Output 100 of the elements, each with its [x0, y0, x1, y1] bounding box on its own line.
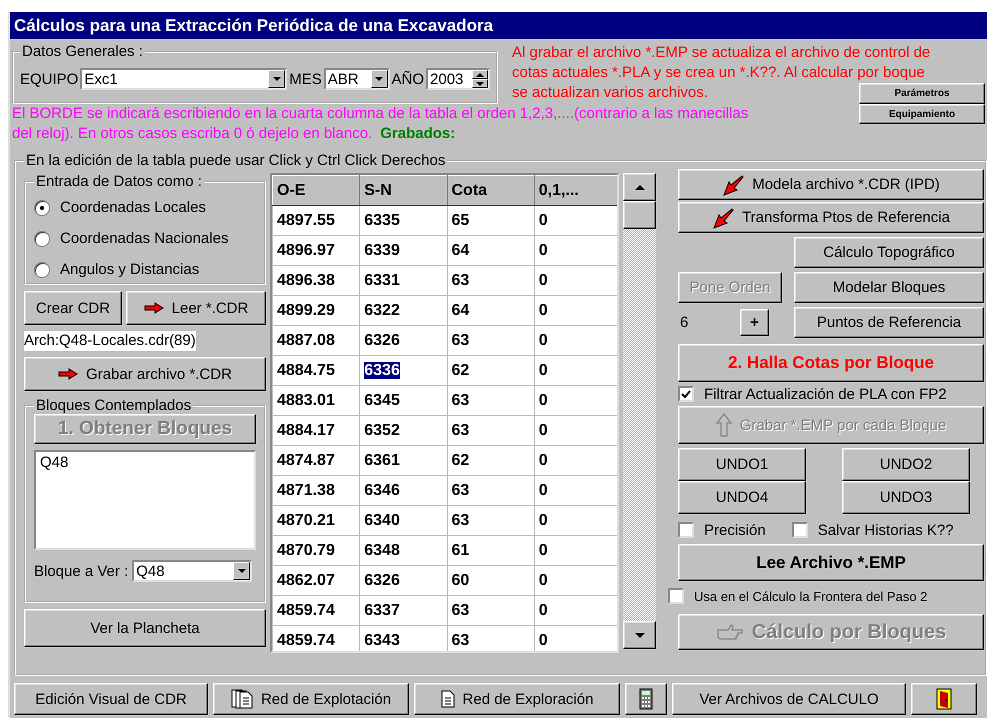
info-text: cotas actuales *.PLA y se crea un *.K??. Al calcular por boque	[511, 63, 926, 83]
table-cell[interactable]: 4883.01	[272, 386, 360, 416]
table-cell[interactable]: 6331	[360, 266, 447, 296]
info-text: se actualizan varios archivos.	[511, 83, 709, 103]
checkbox[interactable]	[792, 522, 808, 538]
table-cell[interactable]: 6346	[360, 476, 447, 506]
undo-button[interactable]: UNDO4	[678, 481, 806, 514]
note-text: El BORDE se indicará escribiendo en la cuarta columna de la tabla el orden 1,2,3,....(contrario a las manecillas	[12, 104, 750, 124]
table-cell[interactable]: 6348	[360, 536, 447, 566]
table-cell[interactable]: 6337	[360, 596, 447, 626]
table-cell[interactable]: 4870.21	[272, 506, 360, 536]
column-header[interactable]: Cota	[447, 176, 534, 206]
table-cell[interactable]: 6340	[360, 506, 447, 536]
radio-button[interactable]	[34, 262, 50, 278]
table-cell[interactable]: 6339	[360, 236, 447, 266]
table-cell[interactable]: 61	[447, 536, 534, 566]
spin-down-button[interactable]	[472, 79, 488, 88]
create-cdr-button[interactable]: Crear CDR	[24, 291, 122, 325]
table-cell[interactable]: 6336	[360, 356, 447, 386]
checkbox[interactable]	[678, 386, 694, 402]
up-arrow-icon	[716, 413, 732, 437]
table-cell[interactable]: 62	[447, 356, 534, 386]
visual-edit-button[interactable]: Edición Visual de CDR	[14, 683, 208, 715]
dropdown-button[interactable]	[370, 70, 388, 88]
parameters-button[interactable]: Parámetros	[859, 83, 985, 104]
column-header[interactable]: S-N	[360, 176, 447, 206]
table-cell[interactable]: 4859.74	[272, 596, 360, 626]
table-cell[interactable]: 63	[447, 476, 534, 506]
calculator-button[interactable]	[625, 683, 667, 715]
table-cell[interactable]: 4884.75	[272, 356, 360, 386]
equipment-button[interactable]: Equipamiento	[859, 104, 985, 124]
radio-label: Coordenadas Nacionales	[60, 230, 228, 247]
arrow-icon	[144, 302, 164, 314]
blocks-list[interactable]: Q48	[34, 450, 256, 550]
transform-button[interactable]: Transforma Ptos de Referencia	[678, 202, 984, 233]
equipo-dropdown[interactable]: Exc1	[80, 68, 288, 90]
table-cell[interactable]: 63	[447, 416, 534, 446]
read-emp-button[interactable]: Lee Archivo *.EMP	[678, 544, 984, 581]
table-cell[interactable]: 63	[447, 386, 534, 416]
block-dropdown[interactable]: Q48	[132, 560, 252, 582]
undo-button[interactable]: UNDO1	[678, 448, 806, 481]
table-cell[interactable]: 63	[447, 506, 534, 536]
month-dropdown[interactable]: ABR	[324, 68, 390, 90]
scroll-down-button[interactable]	[623, 621, 656, 649]
table-cell[interactable]: 6352	[360, 416, 447, 446]
reference-points-button[interactable]: Puntos de Referencia	[794, 307, 984, 338]
table-cell[interactable]: 6326	[360, 326, 447, 356]
list-item[interactable]: Q48	[40, 454, 250, 471]
radio-button[interactable]	[34, 230, 50, 246]
table-cell[interactable]: 63	[447, 596, 534, 626]
save-cdr-button[interactable]: Grabar archivo *.CDR	[24, 357, 266, 391]
table-cell[interactable]: 6326	[360, 566, 447, 596]
table-cell[interactable]: 60	[447, 566, 534, 596]
field-label: MES	[289, 70, 322, 88]
undo-button[interactable]: UNDO2	[842, 448, 970, 481]
table-cell[interactable]: 4871.38	[272, 476, 360, 506]
exit-button[interactable]	[911, 683, 977, 715]
table-cell[interactable]: 4862.07	[272, 566, 360, 596]
column-header[interactable]: 0,1,...	[534, 176, 617, 206]
view-files-button[interactable]: Ver Archivos de CALCULO	[672, 683, 906, 715]
model-blocks-button[interactable]: Modelar Bloques	[794, 272, 984, 303]
topographic-button[interactable]: Cálculo Topográfico	[794, 237, 984, 268]
table-cell[interactable]: 4874.87	[272, 446, 360, 476]
exploration-network-button[interactable]: Red de Exploración	[414, 683, 620, 715]
table-cell[interactable]: 6345	[360, 386, 447, 416]
undo-button[interactable]: UNDO3	[842, 481, 970, 514]
table-cell[interactable]: 62	[447, 446, 534, 476]
table-cell[interactable]: 4896.38	[272, 266, 360, 296]
radio-button[interactable]	[34, 200, 50, 216]
increment-button[interactable]: +	[740, 309, 769, 336]
plancheta-button[interactable]: Ver la Plancheta	[24, 609, 266, 647]
table-cell[interactable]: 4859.74	[272, 626, 360, 651]
dropdown-button[interactable]	[233, 562, 250, 580]
table-cell[interactable]: 65	[447, 206, 534, 236]
table-cell[interactable]: 6322	[360, 296, 447, 326]
table-cell[interactable]: 63	[447, 266, 534, 296]
table-cell[interactable]: 6361	[360, 446, 447, 476]
read-cdr-button[interactable]: Leer *.CDR	[126, 291, 266, 325]
dropdown-button[interactable]	[268, 70, 286, 88]
scroll-thumb[interactable]	[623, 201, 656, 229]
table-cell[interactable]: 6335	[360, 206, 447, 236]
checkbox[interactable]	[678, 522, 694, 538]
exploitation-network-button[interactable]: Red de Explotación	[213, 683, 409, 715]
table-cell[interactable]: 64	[447, 296, 534, 326]
checkbox[interactable]	[668, 588, 684, 604]
table-cell[interactable]: 4899.29	[272, 296, 360, 326]
table-cell[interactable]: 63	[447, 326, 534, 356]
table-cell[interactable]: 4896.97	[272, 236, 360, 266]
model-cdr-button[interactable]: Modela archivo *.CDR (IPD)	[678, 169, 984, 200]
table-cell[interactable]: 4887.08	[272, 326, 360, 356]
caret-icon	[476, 82, 484, 86]
scrollbar[interactable]	[623, 173, 656, 649]
spin-up-button[interactable]	[472, 70, 488, 79]
table-cell[interactable]: 4884.17	[272, 416, 360, 446]
year-spinner[interactable]: 2003	[426, 68, 490, 90]
scroll-up-button[interactable]	[623, 173, 656, 201]
table-cell[interactable]: 64	[447, 236, 534, 266]
table-cell[interactable]: 4897.55	[272, 206, 360, 236]
column-header[interactable]: O-E	[272, 176, 360, 206]
table-cell[interactable]: 4870.79	[272, 536, 360, 566]
